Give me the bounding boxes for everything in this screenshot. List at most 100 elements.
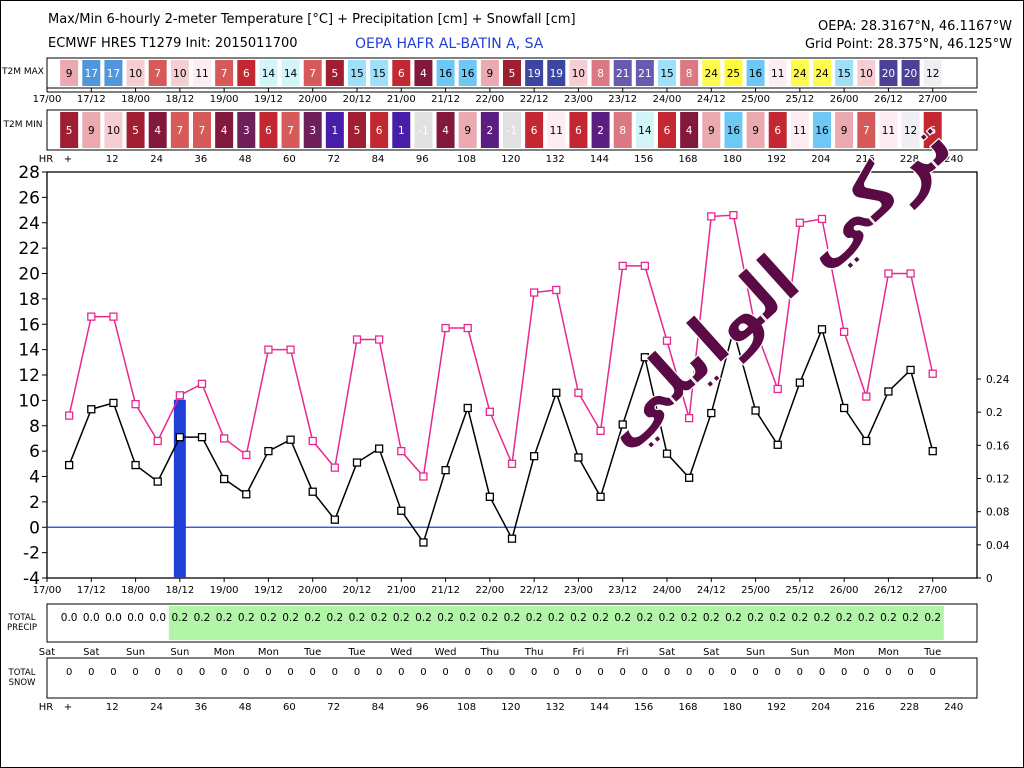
t2m-max-value: 7	[154, 68, 161, 80]
date-tick-label: 18/12	[165, 94, 194, 105]
x-tick-label: 19/00	[210, 585, 239, 596]
t2m-min-point	[352, 458, 362, 467]
date-tick-label: 27/00	[918, 94, 947, 105]
t2m-min-point	[751, 406, 760, 415]
t2m-max-value: 11	[771, 68, 784, 80]
t2m-max-value: 10	[173, 68, 186, 80]
t2m-min-value: 1	[332, 125, 339, 137]
total-precip-value: 0.2	[880, 612, 897, 624]
total-snow-value: 0	[553, 667, 559, 678]
hr-label: HR	[39, 154, 54, 165]
x-tick-label: 27/00	[918, 585, 947, 596]
t2m-max-point	[507, 459, 517, 468]
total-precip-value: 0.2	[548, 612, 565, 624]
total-snow-value: 0	[841, 667, 847, 678]
t2m-max-point	[707, 212, 716, 221]
hour-tick-label: 120	[501, 702, 520, 713]
hour-tick-label: 192	[767, 154, 786, 165]
date-tick-label: 17/12	[77, 94, 106, 105]
total-snow-value: 0	[863, 667, 869, 678]
day-name-label: Sun	[746, 647, 765, 658]
t2m-min-value: 11	[793, 125, 806, 137]
hour-tick-label: 60	[283, 702, 296, 713]
t2m-max-value: 10	[129, 68, 142, 80]
t2m-min-point	[153, 477, 162, 486]
t2m-max-value: 14	[284, 68, 298, 80]
total-snow-value: 0	[930, 667, 936, 678]
total-snow-value: 0	[354, 667, 360, 678]
total-snow-value: 0	[177, 667, 183, 678]
t2m-min-point	[419, 538, 428, 547]
x-tick-label: 26/00	[830, 585, 859, 596]
date-tick-label: 22/00	[475, 94, 504, 105]
t2m-max-value: 11	[195, 68, 208, 80]
t2m-min-value: 9	[752, 125, 759, 137]
y-left-tick-label: 22	[18, 239, 40, 259]
t2m-max-value: 8	[597, 68, 604, 80]
t2m-min-point	[507, 534, 517, 543]
t2m-max-point	[552, 285, 561, 295]
y-left-tick-label: 26	[18, 188, 40, 208]
t2m-min-value: 6	[265, 125, 272, 137]
total-snow-value: 0	[752, 667, 758, 678]
hour-tick-label: 84	[372, 702, 385, 713]
t2m-min-value: 1	[398, 125, 405, 137]
t2m-max-value: 17	[107, 68, 120, 80]
day-name-label: Sat	[83, 647, 99, 658]
t2m-min-value: 7	[199, 125, 206, 137]
t2m-min-point	[397, 506, 406, 515]
t2m-max-value: 24	[793, 68, 807, 80]
x-tick-label: 24/12	[697, 585, 726, 596]
t2m-max-point	[286, 345, 295, 354]
total-snow-value: 0	[686, 667, 692, 678]
t2m-max-point	[618, 261, 627, 271]
x-tick-label: 18/00	[121, 585, 150, 596]
y-left-tick-label: 8	[29, 417, 40, 437]
t2m-max-value: 15	[660, 68, 673, 80]
t2m-min-value: 6	[531, 125, 538, 137]
x-tick-label: 23/12	[608, 585, 637, 596]
t2m-min-point	[839, 403, 849, 413]
day-name-label: Sun	[126, 647, 145, 658]
y-left-tick-label: 10	[18, 391, 40, 411]
t2m-max-point	[928, 369, 937, 378]
hour-tick-label: 48	[239, 702, 252, 713]
t2m-min-point	[928, 446, 937, 456]
total-snow-value: 0	[420, 667, 426, 678]
hour-tick-label: 132	[546, 702, 565, 713]
total-precip-value: 0.2	[858, 612, 875, 624]
t2m-max-value: 12	[926, 68, 939, 80]
y-left-tick-label: 4	[29, 468, 40, 488]
total-snow-value: 0	[66, 667, 72, 678]
t2m-min-point	[529, 452, 539, 461]
hour-tick-label: 108	[457, 154, 476, 165]
hour-tick-label: 84	[372, 154, 385, 165]
total-snow-value: 0	[465, 667, 471, 678]
x-tick-label: 21/12	[431, 585, 460, 596]
hour-tick-label: +	[64, 154, 72, 165]
total-snow-value: 0	[885, 667, 891, 678]
total-precip-value: 0.2	[393, 612, 410, 624]
total-precip-value: 0.2	[637, 612, 654, 624]
t2m-max-point	[839, 327, 849, 337]
day-name-label: Wed	[390, 647, 412, 658]
t2m-max-point	[773, 384, 782, 394]
total-snow-value: 0	[509, 667, 515, 678]
t2m-max-value: 21	[638, 68, 651, 80]
y-left-tick-label: 20	[18, 265, 40, 285]
hour-tick-label: 12	[106, 154, 119, 165]
t2m-min-value: 16	[815, 125, 829, 137]
total-precip-value: 0.2	[526, 612, 543, 624]
t2m-min-label: T2M MIN	[2, 120, 42, 130]
date-tick-label: 21/12	[431, 94, 460, 105]
total-precip-value: 0.2	[260, 612, 277, 624]
t2m-min-value: 2	[487, 125, 494, 137]
t2m-min-value: 3	[243, 125, 250, 137]
date-tick-label: 22/12	[520, 94, 549, 105]
x-tick-label: 17/00	[33, 585, 62, 596]
day-name-label: Thu	[524, 647, 544, 658]
day-name-label: Mon	[834, 647, 855, 658]
total-precip-value: 0.2	[570, 612, 587, 624]
x-tick-label: 26/12	[874, 585, 903, 596]
total-precip-value: 0.2	[304, 612, 321, 624]
